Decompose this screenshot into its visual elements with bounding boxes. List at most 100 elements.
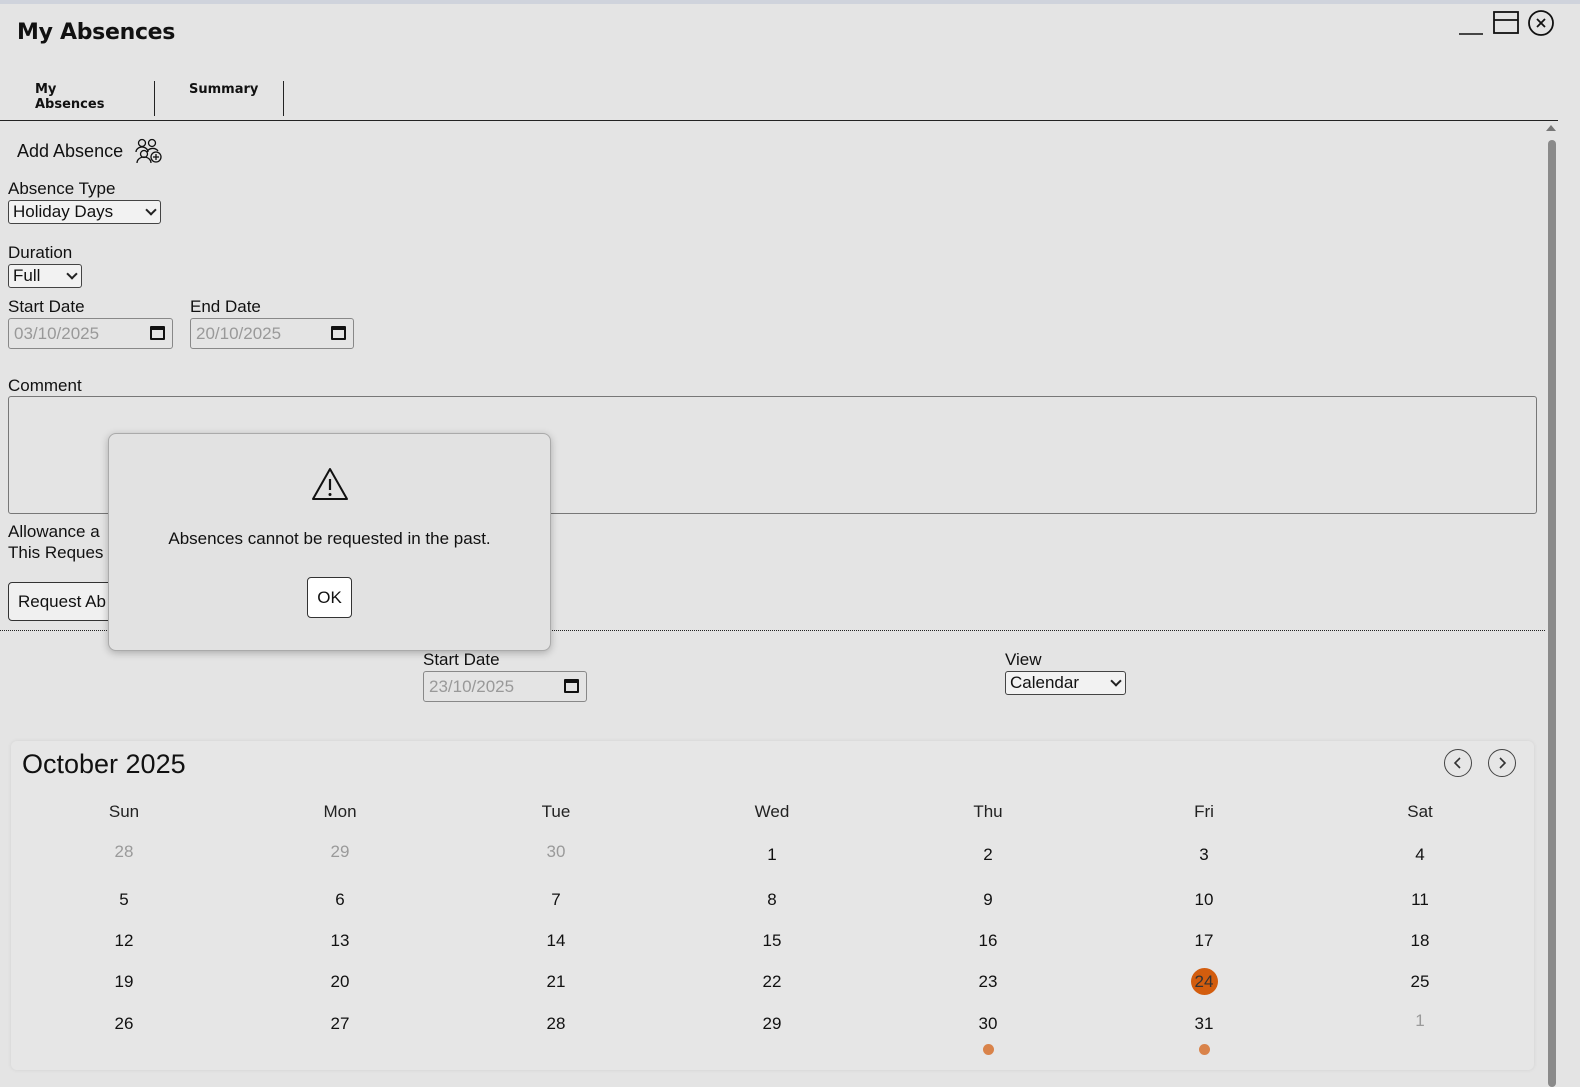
calendar-day[interactable]: 11 <box>1390 885 1450 915</box>
alert-dialog: Absences cannot be requested in the past… <box>108 433 551 651</box>
duration-select[interactable]: Full <box>8 264 82 288</box>
start-date-input[interactable]: 03/10/2025 <box>8 318 173 349</box>
calendar-day-outside-month[interactable]: 30 <box>526 837 586 867</box>
tab-summary[interactable]: Summary <box>189 78 258 116</box>
restore-button[interactable] <box>1491 8 1521 38</box>
weekday-header: Thu <box>973 802 1003 821</box>
calendar-day[interactable]: 26 <box>94 1009 154 1039</box>
calendar-month-title: October 2025 <box>22 749 186 779</box>
minimize-button[interactable] <box>1456 8 1486 38</box>
chevron-down-icon <box>1110 675 1122 687</box>
calendar-day-number: 1 <box>1415 1011 1425 1030</box>
add-absence-button[interactable] <box>134 138 164 168</box>
duration-value: Full <box>13 266 41 285</box>
calendar-icon[interactable] <box>331 326 346 340</box>
tab-bar-underline <box>0 120 1558 121</box>
chevron-down-icon <box>145 204 157 216</box>
calendar-day[interactable]: 3 <box>1174 840 1234 870</box>
calendar-day[interactable]: 12 <box>94 926 154 956</box>
calendar-day-number: 21 <box>546 972 566 991</box>
calendar-icon[interactable] <box>150 326 165 340</box>
calendar-day[interactable]: 15 <box>742 926 802 956</box>
calendar-day[interactable]: 1 <box>742 840 802 870</box>
end-date-label: End Date <box>190 297 261 316</box>
scroll-up-arrow[interactable] <box>1546 125 1556 131</box>
calendar-day-outside-month[interactable]: 28 <box>94 837 154 867</box>
calendar-day[interactable]: 14 <box>526 926 586 956</box>
end-date-input[interactable]: 20/10/2025 <box>190 318 354 349</box>
view-select[interactable]: Calendar <box>1005 671 1126 695</box>
calendar-day[interactable]: 10 <box>1174 885 1234 915</box>
calendar-day[interactable]: 29 <box>742 1009 802 1039</box>
filter-start-date-input[interactable]: 23/10/2025 <box>423 671 587 702</box>
view-label: View <box>1005 650 1042 669</box>
calendar-day[interactable]: 19 <box>94 967 154 997</box>
calendar-day-number: 28 <box>546 1014 566 1033</box>
absence-type-select[interactable]: Holiday Days <box>8 200 161 224</box>
absence-type-label: Absence Type <box>8 179 116 198</box>
calendar-day-number: 25 <box>1410 972 1430 991</box>
calendar-day[interactable]: 25 <box>1390 967 1450 997</box>
calendar-day[interactable]: 18 <box>1390 926 1450 956</box>
minimize-icon <box>1459 33 1483 35</box>
calendar-day[interactable]: 7 <box>526 885 586 915</box>
calendar-day-number: 29 <box>330 842 350 861</box>
absence-type-value: Holiday Days <box>13 202 114 221</box>
calendar-day[interactable]: 22 <box>742 967 802 997</box>
start-date-label: Start Date <box>8 297 85 316</box>
calendar-day-number: 30 <box>978 1014 998 1033</box>
window-top-strip <box>0 0 1580 4</box>
absence-marker-dot <box>1199 1044 1210 1055</box>
tab-divider <box>154 81 155 116</box>
dialog-message: Absences cannot be requested in the past… <box>168 529 491 548</box>
calendar-icon[interactable] <box>564 679 579 693</box>
calendar-day[interactable]: 27 <box>310 1009 370 1039</box>
calendar-day[interactable]: 8 <box>742 885 802 915</box>
calendar-day-number: 23 <box>978 972 998 991</box>
calendar-day[interactable]: 5 <box>94 885 154 915</box>
calendar-day-today[interactable]: 24 <box>1174 967 1234 997</box>
calendar-day[interactable]: 16 <box>958 926 1018 956</box>
calendar-day-number: 8 <box>767 890 777 909</box>
end-date-value: 20/10/2025 <box>196 323 282 343</box>
calendar-day[interactable]: 2 <box>958 840 1018 870</box>
warning-icon <box>312 468 348 500</box>
calendar-day-number: 10 <box>1194 890 1214 909</box>
calendar-day[interactable]: 28 <box>526 1009 586 1039</box>
allowance-text: Allowance a <box>8 522 100 541</box>
scrollbar-thumb[interactable] <box>1548 140 1556 1087</box>
calendar-day[interactable]: 9 <box>958 885 1018 915</box>
calendar-day[interactable]: 6 <box>310 885 370 915</box>
calendar-day-number: 1 <box>767 845 777 864</box>
close-button[interactable] <box>1526 8 1556 38</box>
calendar-day-number: 22 <box>762 972 782 991</box>
calendar-day[interactable]: 4 <box>1390 840 1450 870</box>
window-title: My Absences <box>17 20 176 45</box>
close-icon <box>1528 10 1554 36</box>
calendar-day-number: 29 <box>762 1014 782 1033</box>
calendar-day[interactable]: 20 <box>310 967 370 997</box>
calendar-day-number: 18 <box>1410 931 1430 950</box>
weekday-header: Sun <box>108 802 140 821</box>
calendar-day-number: 15 <box>762 931 782 950</box>
calendar-day[interactable]: 30 <box>958 1009 1018 1039</box>
ok-button[interactable]: OK <box>307 577 352 618</box>
weekday-header: Sat <box>1407 802 1433 821</box>
calendar-day[interactable]: 13 <box>310 926 370 956</box>
calendar-day[interactable]: 23 <box>958 967 1018 997</box>
calendar-day[interactable]: 17 <box>1174 926 1234 956</box>
calendar-day[interactable]: 21 <box>526 967 586 997</box>
calendar-day[interactable]: 31 <box>1174 1009 1234 1039</box>
calendar-day-outside-month[interactable]: 29 <box>310 837 370 867</box>
tab-my-absences[interactable]: My Absences <box>35 78 104 116</box>
calendar-day-number: 4 <box>1415 845 1425 864</box>
calendar-day-outside-month[interactable]: 1 <box>1390 1006 1450 1036</box>
calendar-day-number: 27 <box>330 1014 350 1033</box>
month-calendar: October 2025 Sun Mon Tue Wed Thu Fri Sat 28 29 30… <box>11 741 1534 1070</box>
chevron-left-icon <box>1453 757 1461 769</box>
absence-marker-dot <box>983 1044 994 1055</box>
next-month-button[interactable] <box>1488 749 1516 777</box>
restore-icon <box>1493 11 1519 34</box>
previous-month-button[interactable] <box>1444 749 1472 777</box>
calendar-day-number: 26 <box>114 1014 134 1033</box>
